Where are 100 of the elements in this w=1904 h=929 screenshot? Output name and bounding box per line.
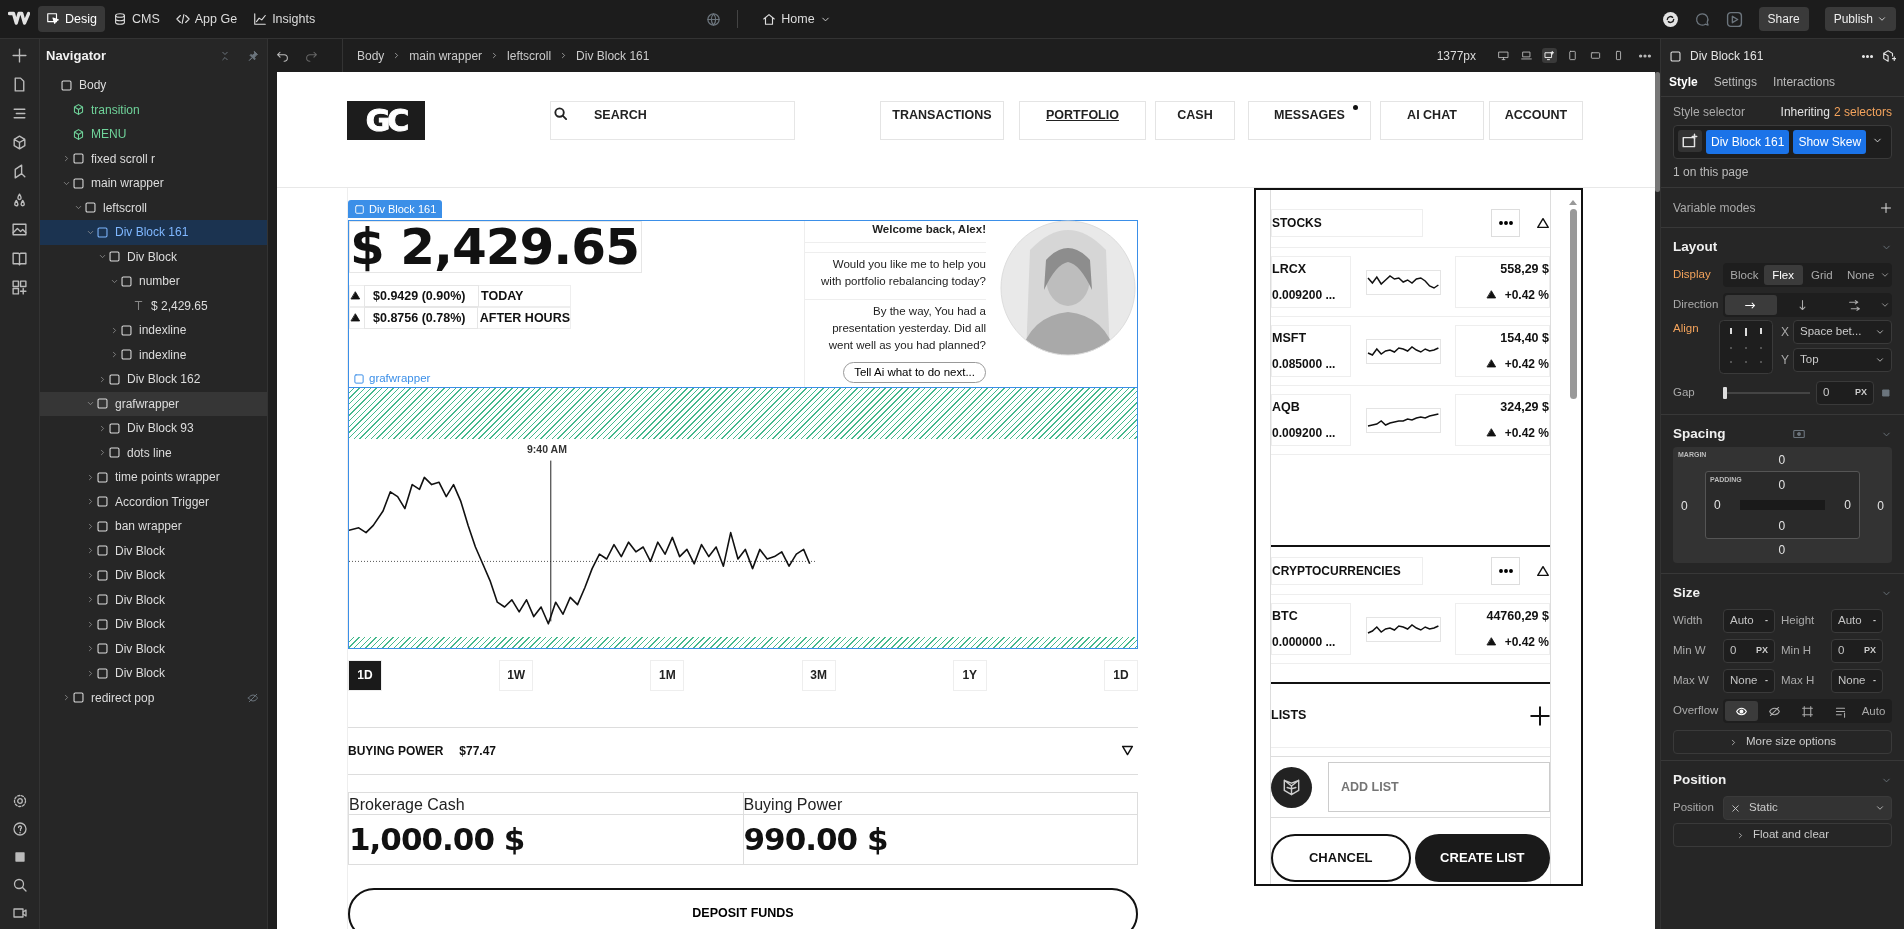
- range-button[interactable]: 1W: [499, 659, 534, 691]
- comment-icon[interactable]: [1694, 11, 1710, 27]
- tree-item[interactable]: Div Block: [40, 636, 267, 661]
- add-icon[interactable]: [1530, 705, 1550, 726]
- overflow-control[interactable]: Auto: [1723, 699, 1892, 723]
- segment-option[interactable]: Grid: [1802, 265, 1842, 285]
- range-button[interactable]: 1Y: [952, 659, 987, 691]
- tree-item[interactable]: transition: [40, 97, 267, 122]
- image-icon[interactable]: [11, 221, 28, 238]
- search-field[interactable]: SEARCH: [550, 101, 795, 140]
- mode-tab[interactable]: Insights: [245, 6, 324, 32]
- drops-icon[interactable]: [11, 192, 28, 209]
- desktop-icon[interactable]: [1496, 48, 1511, 63]
- dropdown-triangle-icon[interactable]: [1121, 744, 1134, 757]
- segment-option[interactable]: None: [1841, 265, 1880, 285]
- margin-value[interactable]: 0: [1877, 497, 1884, 515]
- nav-link[interactable]: TRANSACTIONS: [880, 101, 1004, 140]
- help-icon[interactable]: [11, 821, 28, 837]
- mode-tab[interactable]: App Ge: [167, 6, 246, 32]
- publish-button[interactable]: Publish: [1824, 7, 1896, 31]
- tree-item[interactable]: Div Block: [40, 538, 267, 563]
- segment-option[interactable]: Block: [1725, 265, 1764, 285]
- segment-option[interactable]: Flex: [1763, 265, 1803, 285]
- size-field[interactable]: 0 PX: [1723, 639, 1775, 663]
- selector-icon[interactable]: [1678, 130, 1702, 152]
- video-icon[interactable]: [11, 905, 28, 921]
- deposit-button[interactable]: DEPOSIT FUNDS: [348, 887, 1138, 929]
- share-button[interactable]: Share: [1758, 7, 1809, 31]
- tree-item[interactable]: main wrapper: [40, 171, 267, 196]
- position-select[interactable]: Static: [1723, 796, 1892, 820]
- scrollbar[interactable]: [1655, 72, 1660, 929]
- tree-item[interactable]: Div Block: [40, 661, 267, 686]
- selector-chip[interactable]: Div Block 161: [1706, 130, 1790, 154]
- breadcrumb-link[interactable]: leftscroll: [507, 46, 552, 65]
- tree-item[interactable]: leftscroll: [40, 195, 267, 220]
- width-readout[interactable]: 1377px: [1436, 46, 1476, 65]
- tree-item[interactable]: Div Block: [40, 612, 267, 637]
- prompt-button[interactable]: Tell Ai what to do next...: [843, 361, 986, 383]
- select-field[interactable]: Top: [1793, 348, 1892, 372]
- tree-item[interactable]: indexline: [40, 342, 267, 367]
- inherit-link[interactable]: 2 selectors: [1833, 105, 1892, 119]
- tree-item[interactable]: Body: [40, 73, 267, 98]
- collapse-triangle-icon[interactable]: [1536, 563, 1550, 578]
- tree-item[interactable]: time points wrapper: [40, 465, 267, 490]
- spacing-icon[interactable]: [1792, 427, 1807, 441]
- selected-block[interactable]: [348, 219, 1138, 388]
- range-button[interactable]: 1M: [650, 659, 685, 691]
- panel-tab[interactable]: Style: [1669, 73, 1698, 96]
- create-list-button[interactable]: CREATE LIST: [1414, 834, 1550, 882]
- add-list-field[interactable]: ADD LIST: [1328, 762, 1550, 812]
- margin-value[interactable]: 0: [1778, 451, 1786, 469]
- monitor-icon[interactable]: [1542, 48, 1557, 63]
- tree-item[interactable]: Div Block: [40, 244, 267, 269]
- sync-icon[interactable]: [1661, 10, 1679, 28]
- panel-tab[interactable]: Interactions: [1773, 73, 1836, 96]
- select-field[interactable]: Space bet...: [1793, 320, 1892, 344]
- wrap-icon[interactable]: [1847, 298, 1861, 312]
- globe-icon[interactable]: [706, 11, 722, 27]
- display-control[interactable]: Block Flex Grid None: [1723, 263, 1892, 287]
- padding-value[interactable]: 0: [1778, 476, 1786, 494]
- tree-item[interactable]: number: [40, 269, 267, 294]
- more-button[interactable]: [1491, 208, 1520, 237]
- undo-icon[interactable]: [276, 49, 289, 62]
- float-options-button[interactable]: Float and clear: [1673, 823, 1892, 847]
- segment-option[interactable]: Auto: [1861, 701, 1886, 721]
- pin-icon[interactable]: [247, 50, 259, 62]
- mode-tab[interactable]: CMS: [104, 6, 168, 32]
- component-add-icon[interactable]: [1882, 49, 1896, 63]
- preview-icon[interactable]: [1725, 10, 1743, 28]
- panel-tab[interactable]: Settings: [1713, 73, 1758, 96]
- scroll-icon[interactable]: [1801, 704, 1814, 718]
- range-button[interactable]: 1D: [1103, 659, 1138, 691]
- tree-item[interactable]: indexline: [40, 318, 267, 343]
- nav-link[interactable]: MESSAGES: [1248, 101, 1371, 140]
- tree-item[interactable]: fixed scroll r: [40, 146, 267, 171]
- laptop-icon[interactable]: [1519, 48, 1534, 63]
- hidden-icon[interactable]: [1768, 704, 1781, 718]
- padding-value[interactable]: 0: [1714, 496, 1721, 514]
- tree-item[interactable]: MENU: [40, 122, 267, 147]
- apps-icon[interactable]: [11, 279, 28, 296]
- nav-link[interactable]: CASH: [1155, 101, 1235, 140]
- more-button[interactable]: [1491, 556, 1520, 585]
- nav-link[interactable]: AI CHAT: [1380, 101, 1484, 140]
- breadcrumb-link[interactable]: Div Block 161: [576, 46, 650, 65]
- size-field[interactable]: None -: [1831, 669, 1883, 693]
- book-icon[interactable]: [11, 250, 28, 267]
- cube-icon[interactable]: [11, 134, 28, 151]
- selector-chip[interactable]: Show Skew: [1793, 130, 1867, 154]
- margin-value[interactable]: 0: [1778, 541, 1786, 559]
- slider-thumb[interactable]: [1723, 387, 1727, 399]
- hidden-icon[interactable]: [247, 691, 259, 704]
- lock-icon[interactable]: [1880, 387, 1892, 399]
- size-field[interactable]: 0 PX: [1831, 639, 1883, 663]
- size-field[interactable]: Auto -: [1831, 609, 1883, 633]
- padding-value[interactable]: 0: [1778, 517, 1786, 535]
- tree-item[interactable]: grafwrapper: [40, 391, 267, 416]
- hover-label[interactable]: grafwrapper: [353, 370, 431, 388]
- range-button[interactable]: 1D: [348, 659, 382, 691]
- search-icon[interactable]: [11, 877, 28, 893]
- tree-item[interactable]: $ 2,429.65: [40, 293, 267, 318]
